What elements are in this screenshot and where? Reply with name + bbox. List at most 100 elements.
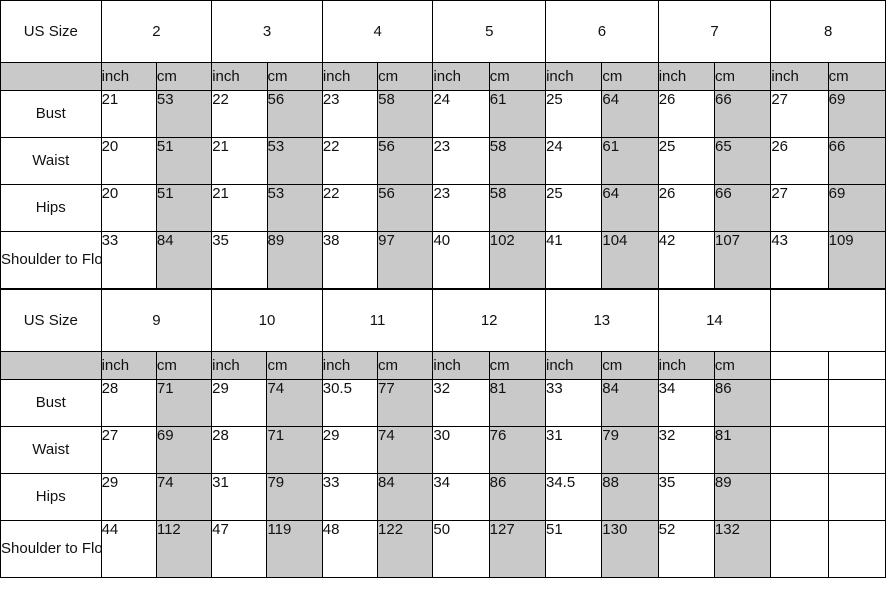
cell-bust-2-inch: 21 [100, 90, 157, 138]
unit-row-corner-blank [0, 62, 102, 91]
unit-header-2-cm: cm [155, 62, 213, 91]
cell-waist-13-cm: 79 [601, 426, 659, 474]
cell-shoulder-2-inch: 33 [100, 231, 157, 289]
cell-waist-10-inch: 28 [211, 426, 268, 474]
cell-hips-empty-inch [770, 473, 829, 521]
unit-header-11-cm: cm [377, 351, 434, 380]
cell-hips-3-inch: 21 [211, 184, 268, 232]
size-header-4: 4 [321, 0, 434, 63]
unit-header-6-inch: inch [545, 62, 603, 91]
cell-shoulder-3-cm: 89 [266, 231, 323, 289]
cell-hips-5-cm: 58 [488, 184, 547, 232]
cell-bust-11-inch: 30.5 [321, 379, 379, 427]
cell-bust-10-inch: 29 [211, 379, 268, 427]
cell-bust-empty-inch [770, 379, 829, 427]
cell-hips-2-inch: 20 [100, 184, 157, 232]
cell-hips-7-inch: 26 [657, 184, 716, 232]
cell-shoulder-6-inch: 41 [545, 231, 603, 289]
cell-bust-3-inch: 22 [211, 90, 268, 138]
cell-waist-13-inch: 31 [544, 426, 603, 474]
cell-shoulder-2-cm: 84 [155, 231, 213, 289]
table-row-unit-header: inch cm inch cm inch cm inch cm inch cm … [0, 62, 886, 91]
cell-hips-12-inch: 34 [432, 473, 490, 521]
row-label-waist: Waist [0, 137, 102, 185]
cell-bust-11-cm: 77 [377, 379, 434, 427]
unit-header-6-cm: cm [601, 62, 659, 91]
cell-hips-6-cm: 64 [601, 184, 659, 232]
cell-bust-4-inch: 23 [321, 90, 379, 138]
cell-waist-empty-cm [827, 426, 886, 474]
cell-hips-6-inch: 25 [545, 184, 603, 232]
cell-hips-4-inch: 22 [321, 184, 379, 232]
cell-shoulder-12-inch: 50 [432, 520, 490, 578]
cell-bust-8-cm: 69 [827, 90, 886, 138]
unit-header-9-inch: inch [100, 351, 157, 380]
cell-shoulder-5-inch: 40 [432, 231, 490, 289]
cell-hips-2-cm: 51 [155, 184, 213, 232]
cell-shoulder-9-inch: 44 [100, 520, 157, 578]
cell-hips-8-cm: 69 [827, 184, 886, 232]
unit-header-4-inch: inch [321, 62, 379, 91]
cell-hips-10-cm: 79 [266, 473, 323, 521]
unit-header-8-cm: cm [827, 62, 886, 91]
cell-bust-3-cm: 56 [266, 90, 323, 138]
cell-bust-13-inch: 33 [544, 379, 603, 427]
table-row-us-size-header: US Size 2 3 4 5 6 7 8 [0, 0, 886, 63]
row-label-hips-2: Hips [0, 473, 102, 521]
unit-header-11-inch: inch [321, 351, 379, 380]
cell-waist-4-inch: 22 [321, 137, 379, 185]
cell-shoulder-11-inch: 48 [321, 520, 379, 578]
unit-header-8-inch: inch [770, 62, 829, 91]
cell-shoulder-10-inch: 47 [211, 520, 268, 578]
size-header-6: 6 [545, 0, 659, 63]
unit-header-5-inch: inch [432, 62, 490, 91]
cell-hips-5-inch: 23 [432, 184, 490, 232]
unit-header-10-inch: inch [211, 351, 268, 380]
size-header-2: 2 [100, 0, 213, 63]
cell-bust-2-cm: 53 [155, 90, 213, 138]
row-label-bust: Bust [0, 90, 102, 138]
cell-waist-14-cm: 81 [713, 426, 772, 474]
cell-hips-7-cm: 66 [713, 184, 772, 232]
unit-header-2-inch: inch [100, 62, 157, 91]
unit-header-12-inch: inch [432, 351, 490, 380]
cell-shoulder-7-cm: 107 [713, 231, 772, 289]
cell-waist-11-inch: 29 [321, 426, 379, 474]
table-row-waist: Waist 20 51 21 53 22 56 23 58 24 61 25 6… [0, 137, 886, 185]
cell-bust-6-inch: 25 [545, 90, 603, 138]
cell-hips-9-inch: 29 [100, 473, 157, 521]
cell-hips-8-inch: 27 [770, 184, 829, 232]
table-row-waist-2: Waist 27 69 28 71 29 74 30 76 31 79 32 8… [0, 426, 886, 474]
cell-waist-7-inch: 25 [657, 137, 716, 185]
cell-hips-9-cm: 74 [155, 473, 213, 521]
size-header-14: 14 [657, 289, 772, 352]
cell-bust-5-cm: 61 [488, 90, 547, 138]
cell-hips-empty-cm [827, 473, 886, 521]
unit-header-7-inch: inch [657, 62, 716, 91]
cell-bust-9-cm: 71 [155, 379, 213, 427]
table-row-unit-header-2: inch cm inch cm inch cm inch cm inch cm … [0, 351, 886, 380]
cell-waist-14-inch: 32 [657, 426, 715, 474]
cell-bust-7-inch: 26 [657, 90, 716, 138]
cell-waist-4-cm: 56 [377, 137, 434, 185]
unit-header-4-cm: cm [377, 62, 434, 91]
table-row-bust-2: Bust 28 71 29 74 30.5 77 32 81 33 84 34 … [0, 379, 886, 427]
cell-shoulder-5-cm: 102 [488, 231, 547, 289]
row-label-shoulder-to-floor-2: Shoulder to Floor [0, 520, 102, 578]
cell-waist-9-cm: 69 [155, 426, 213, 474]
cell-bust-empty-cm [827, 379, 886, 427]
unit-header-3-inch: inch [211, 62, 268, 91]
cell-hips-13-cm: 88 [601, 473, 659, 521]
cell-waist-6-inch: 24 [545, 137, 603, 185]
row-label-bust-2: Bust [0, 379, 102, 427]
cell-shoulder-empty-cm [827, 520, 886, 578]
cell-bust-9-inch: 28 [100, 379, 157, 427]
size-header-13: 13 [544, 289, 659, 352]
row-label-shoulder-to-floor: Shoulder to Floor [0, 231, 102, 289]
size-header-5: 5 [432, 0, 547, 63]
size-table-large-sizes: US Size 9 10 11 12 13 14 inch cm inch cm… [0, 289, 886, 578]
table-row-shoulder-to-floor-2: Shoulder to Floor 44 112 47 119 48 122 5… [0, 520, 886, 578]
cell-bust-12-cm: 81 [488, 379, 546, 427]
table-row-shoulder-to-floor: Shoulder to Floor 33 84 35 89 38 97 40 1… [0, 231, 886, 289]
size-table-small-sizes: US Size 2 3 4 5 6 7 8 inch cm inch cm in… [0, 0, 886, 289]
